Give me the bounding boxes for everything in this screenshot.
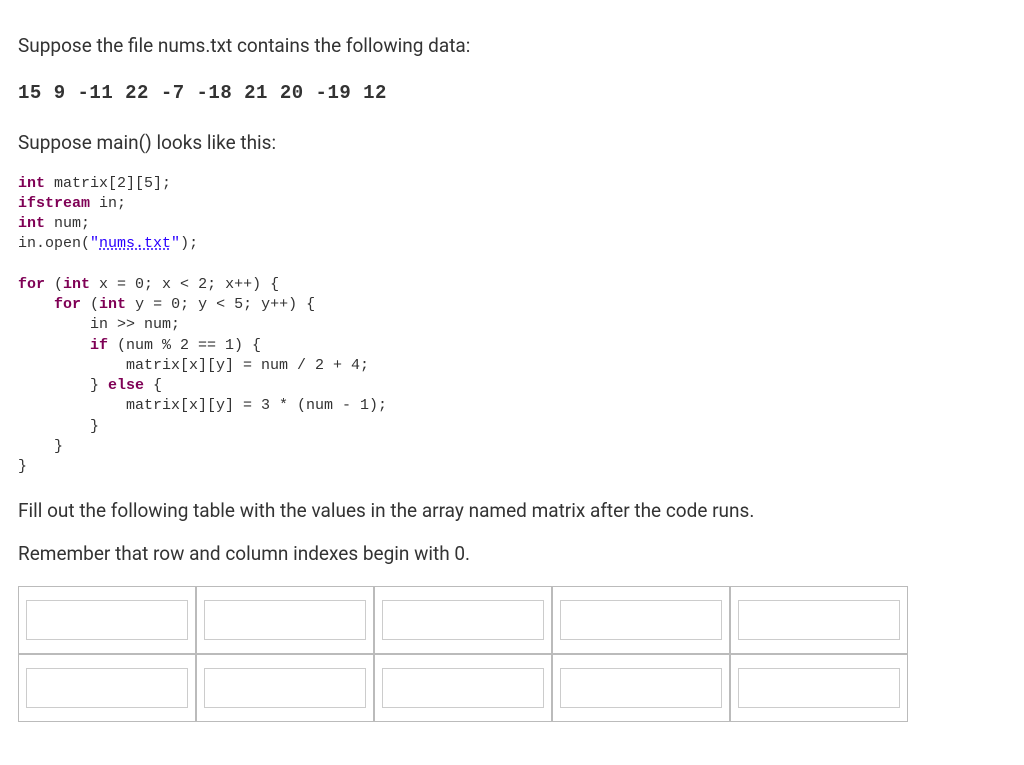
code-frag: ); <box>180 235 198 252</box>
kw-ifstream: ifstream <box>18 195 90 212</box>
table-row <box>18 654 908 722</box>
cell-r1c1[interactable] <box>204 668 365 708</box>
kw-if: if <box>90 337 108 354</box>
table-row <box>18 586 908 654</box>
kw-int: int <box>18 175 45 192</box>
code-frag: } <box>18 458 27 475</box>
str-nums: nums.txt <box>99 235 171 252</box>
answer-table <box>18 586 908 722</box>
file-contents: 15 9 -11 22 -7 -18 21 20 -19 12 <box>18 79 1006 108</box>
code-frag: in.open( <box>18 235 90 252</box>
code-frag: ( <box>81 296 99 313</box>
str-quote: " <box>90 235 99 252</box>
cell-r0c0[interactable] <box>26 600 187 640</box>
kw-else: else <box>108 377 144 394</box>
code-frag: in >> num; <box>18 316 180 333</box>
code-frag: } <box>18 438 63 455</box>
code-frag: matrix[x][y] = num / 2 + 4; <box>18 357 369 374</box>
cell-r1c4[interactable] <box>738 668 899 708</box>
cell-r1c2[interactable] <box>382 668 543 708</box>
cell-r0c4[interactable] <box>738 600 899 640</box>
cell-r1c0[interactable] <box>26 668 187 708</box>
kw-for: for <box>54 296 81 313</box>
kw-for: for <box>18 276 45 293</box>
code-frag <box>18 296 54 313</box>
main-intro-text: Suppose main() looks like this: <box>18 129 1006 158</box>
code-frag: ( <box>45 276 63 293</box>
code-frag: num; <box>45 215 90 232</box>
code-frag: } <box>18 377 108 394</box>
code-frag: y = 0; y < 5; y++) { <box>126 296 315 313</box>
kw-int: int <box>99 296 126 313</box>
code-frag: (num % 2 == 1) { <box>108 337 261 354</box>
code-frag <box>18 337 90 354</box>
cell-r0c3[interactable] <box>560 600 721 640</box>
code-frag: x = 0; x < 2; x++) { <box>90 276 279 293</box>
remember-text: Remember that row and column indexes beg… <box>18 540 1006 569</box>
cell-r1c3[interactable] <box>560 668 721 708</box>
kw-int: int <box>18 215 45 232</box>
code-frag: matrix[2][5]; <box>45 175 171 192</box>
question-text: Fill out the following table with the va… <box>18 497 1006 526</box>
code-frag: } <box>18 418 99 435</box>
code-frag: in; <box>90 195 126 212</box>
cell-r0c1[interactable] <box>204 600 365 640</box>
intro-text: Suppose the file nums.txt contains the f… <box>18 32 1006 61</box>
code-frag: matrix[x][y] = 3 * (num - 1); <box>18 397 387 414</box>
code-frag: { <box>144 377 162 394</box>
code-listing: int matrix[2][5]; ifstream in; int num; … <box>18 174 1006 478</box>
str-quote: " <box>171 235 180 252</box>
cell-r0c2[interactable] <box>382 600 543 640</box>
kw-int: int <box>63 276 90 293</box>
